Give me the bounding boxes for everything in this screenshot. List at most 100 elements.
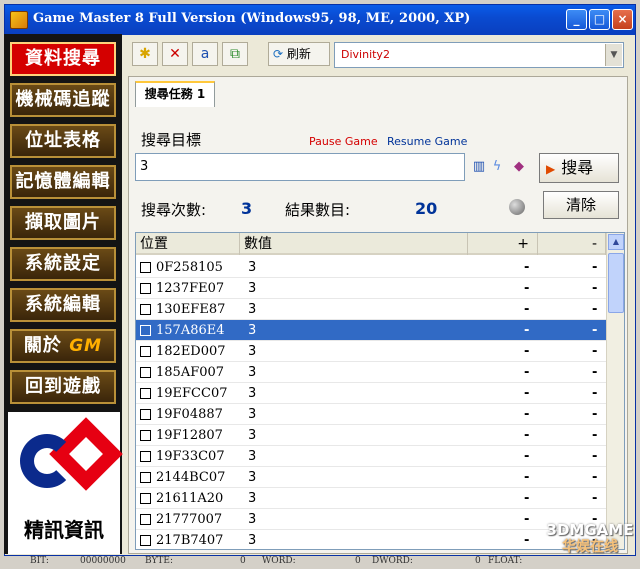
- menu-address-table[interactable]: 位址表格: [10, 124, 116, 158]
- resume-game-link[interactable]: Resume Game: [387, 135, 467, 148]
- search-value-input[interactable]: 3: [135, 153, 465, 181]
- row-checkbox[interactable]: [140, 262, 151, 273]
- sparkle-icon[interactable]: ✱: [132, 42, 158, 66]
- status-bar: BIT: 00000000 BYTE: 0 WORD: 0 DWORD: 0 F…: [0, 556, 640, 569]
- table-row[interactable]: 19F12807 3 - -: [136, 425, 606, 446]
- maximize-button[interactable]: □: [589, 9, 610, 30]
- row-value: 3: [248, 281, 257, 296]
- table-row[interactable]: 19F04887 3 - -: [136, 404, 606, 425]
- chevron-down-icon[interactable]: ▼: [605, 44, 622, 66]
- row-plus: -: [524, 344, 530, 359]
- refresh-button[interactable]: ⟳ 刷新: [268, 42, 330, 66]
- header-plus[interactable]: +: [468, 233, 538, 255]
- table-row[interactable]: 185AF007 3 - -: [136, 362, 606, 383]
- text-icon[interactable]: a: [192, 42, 218, 66]
- row-checkbox[interactable]: [140, 472, 151, 483]
- row-value: 3: [248, 302, 257, 317]
- table-row[interactable]: 2144BC07 3 - -: [136, 467, 606, 488]
- row-address: 0F258105: [156, 260, 223, 275]
- status-word-value: 0: [355, 556, 361, 566]
- refresh-label: 刷新: [286, 47, 311, 61]
- row-checkbox[interactable]: [140, 283, 151, 294]
- table-row[interactable]: 1237FE07 3 - -: [136, 278, 606, 299]
- status-dword-value: 0: [475, 556, 481, 566]
- tab-search-task-1[interactable]: 搜尋任務 1: [135, 81, 215, 107]
- vertical-scrollbar[interactable]: ▲: [606, 233, 624, 549]
- watermark-line2: 华娱在线: [562, 539, 618, 555]
- menu-memory-editor[interactable]: 記憶體編輯: [10, 165, 116, 199]
- lightning-icon[interactable]: ϟ: [487, 157, 507, 177]
- process-select[interactable]: Divinity2 ▼: [334, 42, 624, 68]
- row-checkbox[interactable]: [140, 430, 151, 441]
- header-minus[interactable]: -: [538, 233, 606, 255]
- table-row[interactable]: 21777007 3- -: [136, 509, 606, 530]
- search-button-label: 搜尋: [561, 158, 594, 177]
- row-checkbox[interactable]: [140, 451, 151, 462]
- row-value: 3: [248, 323, 257, 338]
- row-plus: -: [524, 491, 530, 506]
- row-checkbox[interactable]: [140, 409, 151, 420]
- row-checkbox[interactable]: [140, 304, 151, 315]
- menu-return-game[interactable]: 回到遊戲: [10, 370, 116, 404]
- table-row[interactable]: 0F258105 3 - -: [136, 257, 606, 278]
- table-row[interactable]: 19F33C07 3 - -: [136, 446, 606, 467]
- process-name: Divinity2: [341, 48, 390, 61]
- pause-game-link[interactable]: Pause Game: [309, 135, 378, 148]
- row-checkbox[interactable]: [140, 493, 151, 504]
- status-indicator: [509, 199, 525, 215]
- delete-icon[interactable]: ✕: [162, 42, 188, 66]
- header-address[interactable]: 位置: [136, 233, 240, 255]
- table-row[interactable]: 182ED007 3 - -: [136, 341, 606, 362]
- watermark-line1: 3DMGAME: [546, 521, 634, 539]
- menu-capture-image[interactable]: 擷取圖片: [10, 206, 116, 240]
- row-checkbox[interactable]: [140, 514, 151, 525]
- menu-data-search[interactable]: 資料搜尋: [10, 42, 116, 76]
- row-plus: -: [524, 449, 530, 464]
- table-row[interactable]: 217B7407 3- -: [136, 530, 606, 549]
- table-row[interactable]: 157A86E4 3 - -: [136, 320, 606, 341]
- row-address: 1237FE07: [156, 281, 225, 296]
- table-body: 0F258105 3- -1237FE07 3- -130EFE87 3- -157A86E…: [136, 257, 606, 549]
- row-checkbox[interactable]: [140, 535, 151, 546]
- search-count-label: 搜尋次數:: [141, 201, 207, 219]
- menu-about[interactable]: 關於 GM: [10, 329, 116, 363]
- row-plus: -: [524, 260, 530, 275]
- close-button[interactable]: ×: [612, 9, 633, 30]
- row-plus: -: [524, 407, 530, 422]
- row-minus: -: [592, 491, 598, 506]
- eraser-icon[interactable]: ◆: [509, 157, 529, 177]
- row-value: 3: [248, 491, 257, 506]
- menu-code-trace[interactable]: 機械碼追蹤: [10, 83, 116, 117]
- table-row[interactable]: 19EFCC07 3 - -: [136, 383, 606, 404]
- row-checkbox[interactable]: [140, 325, 151, 336]
- company-logo: 精訊資訊: [8, 412, 123, 554]
- copy-icon[interactable]: ⧉: [222, 42, 248, 66]
- table-row[interactable]: 130EFE87 3 - -: [136, 299, 606, 320]
- row-plus: -: [524, 470, 530, 485]
- row-checkbox[interactable]: [140, 367, 151, 378]
- title-bar[interactable]: Game Master 8 Full Version (Windows95, 9…: [5, 5, 635, 35]
- row-value: 3: [248, 386, 257, 401]
- status-float-label: FLOAT:: [488, 556, 523, 566]
- row-checkbox[interactable]: [140, 346, 151, 357]
- scroll-up-icon[interactable]: ▲: [608, 234, 624, 250]
- row-value: 3: [248, 407, 257, 422]
- minimize-button[interactable]: _: [566, 9, 587, 30]
- scroll-thumb[interactable]: [608, 253, 624, 313]
- calculator-icon[interactable]: ▥: [469, 157, 489, 177]
- row-checkbox[interactable]: [140, 388, 151, 399]
- row-address: 2144BC07: [156, 470, 226, 485]
- row-value: 3: [248, 428, 257, 443]
- header-value[interactable]: 數值: [240, 233, 468, 255]
- table-row[interactable]: 21611A20 3 - -: [136, 488, 606, 509]
- status-bit-value: 00000000: [80, 556, 126, 566]
- search-target-label: 搜尋目標: [141, 131, 202, 149]
- menu-system-settings[interactable]: 系統設定: [10, 247, 116, 281]
- status-byte-label: BYTE:: [145, 556, 174, 566]
- row-minus: -: [592, 323, 598, 338]
- search-button[interactable]: ▶ 搜尋: [539, 153, 619, 183]
- menu-system-edit[interactable]: 系統編輯: [10, 288, 116, 322]
- row-value: 3: [248, 344, 257, 359]
- clear-button[interactable]: 清除: [543, 191, 619, 219]
- refresh-icon: ⟳: [273, 47, 284, 61]
